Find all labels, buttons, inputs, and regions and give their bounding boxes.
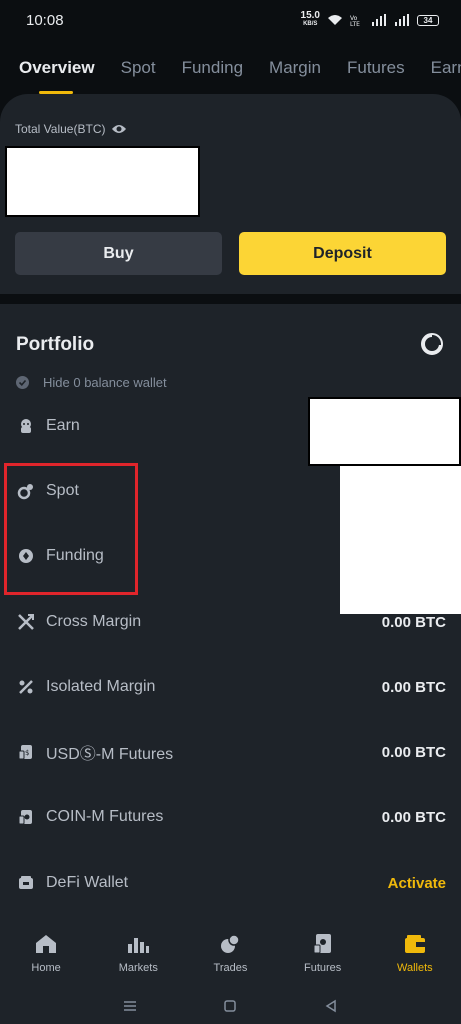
usdm-futures-icon: $	[16, 742, 36, 762]
wallet-tabs: Overview Spot Funding Margin Futures Ear…	[0, 48, 461, 94]
trades-icon	[218, 932, 242, 956]
back-icon[interactable]	[324, 999, 338, 1013]
buy-button[interactable]: Buy	[15, 232, 222, 275]
tab-overview[interactable]: Overview	[0, 48, 108, 94]
portfolio-row-coinm-futures[interactable]: COIN-M Futures 0.00 BTC	[0, 797, 461, 837]
markets-icon	[126, 932, 150, 956]
total-value-label: Total Value(BTC)	[15, 122, 127, 136]
tab-funding[interactable]: Funding	[169, 48, 256, 94]
wifi-icon	[328, 15, 342, 25]
row-label: USDⓈ-M Futures	[46, 746, 174, 763]
svg-text:LTE: LTE	[350, 21, 360, 26]
highlight-annotation	[4, 463, 138, 595]
portfolio-row-isolated-margin[interactable]: Isolated Margin 0.00 BTC	[0, 667, 461, 707]
status-time: 10:08	[26, 11, 64, 29]
portfolio-row-defi-wallet[interactable]: DeFi Wallet Activate	[0, 863, 461, 903]
cross-margin-icon	[16, 612, 36, 632]
redacted-spot-funding-value	[340, 466, 461, 614]
network-speed: 15.0 KB/S	[300, 10, 320, 28]
tab-spot[interactable]: Spot	[108, 48, 169, 94]
home-icon	[34, 932, 58, 956]
status-icons: 15.0 KB/S Vo LTE 34	[300, 10, 439, 28]
row-label: COIN-M Futures	[46, 808, 164, 825]
signal-icon	[372, 14, 386, 26]
isolated-margin-icon	[16, 677, 36, 697]
portfolio-title: Portfolio	[16, 334, 95, 355]
row-label: Cross Margin	[46, 613, 142, 630]
nav-trades[interactable]: Trades	[184, 924, 276, 988]
pie-chart-icon[interactable]	[421, 333, 443, 355]
status-bar: 10:08 15.0 KB/S Vo LTE 34	[0, 0, 461, 40]
hide-zero-balance[interactable]: Hide 0 balance wallet	[16, 375, 167, 390]
redacted-earn-value	[308, 397, 461, 466]
battery-icon: 34	[417, 14, 439, 26]
menu-icon[interactable]	[123, 1000, 137, 1012]
row-label: DeFi Wallet	[46, 874, 129, 891]
futures-icon	[311, 932, 335, 956]
eye-icon[interactable]	[111, 123, 127, 135]
earn-icon	[16, 416, 36, 436]
defi-wallet-icon	[16, 873, 36, 893]
home-square-icon[interactable]	[223, 999, 237, 1013]
tab-margin[interactable]: Margin	[256, 48, 334, 94]
row-label: Isolated Margin	[46, 678, 156, 695]
row-value: 0.00 BTC	[381, 613, 446, 631]
portfolio-row-usdm-futures[interactable]: $ USDⓈ-M Futures 0.00 BTC	[0, 732, 461, 772]
row-value: 0.00 BTC	[381, 743, 446, 761]
tab-futures[interactable]: Futures	[334, 48, 418, 94]
row-label: Earn	[46, 417, 80, 434]
coinm-futures-icon	[16, 807, 36, 827]
nav-futures[interactable]: Futures	[277, 924, 369, 988]
section-divider	[0, 294, 461, 304]
row-value: 0.00 BTC	[381, 678, 446, 696]
system-navigation-bar	[0, 988, 461, 1024]
tab-earn[interactable]: Earn	[418, 48, 461, 94]
nav-markets[interactable]: Markets	[92, 924, 184, 988]
svg-text:$: $	[25, 749, 29, 757]
bottom-navigation: Home Markets Trades Futures Wallets	[0, 924, 461, 988]
volte-icon: VoLTE	[350, 15, 360, 26]
wallet-icon	[403, 932, 427, 956]
signal-icon-2	[395, 14, 409, 26]
redacted-total-value	[5, 146, 200, 217]
activate-link[interactable]: Activate	[388, 875, 446, 892]
nav-wallets[interactable]: Wallets	[369, 924, 461, 988]
nav-home[interactable]: Home	[0, 924, 92, 988]
deposit-button[interactable]: Deposit	[239, 232, 446, 275]
row-value: 0.00 BTC	[381, 808, 446, 826]
check-icon[interactable]	[16, 376, 29, 389]
